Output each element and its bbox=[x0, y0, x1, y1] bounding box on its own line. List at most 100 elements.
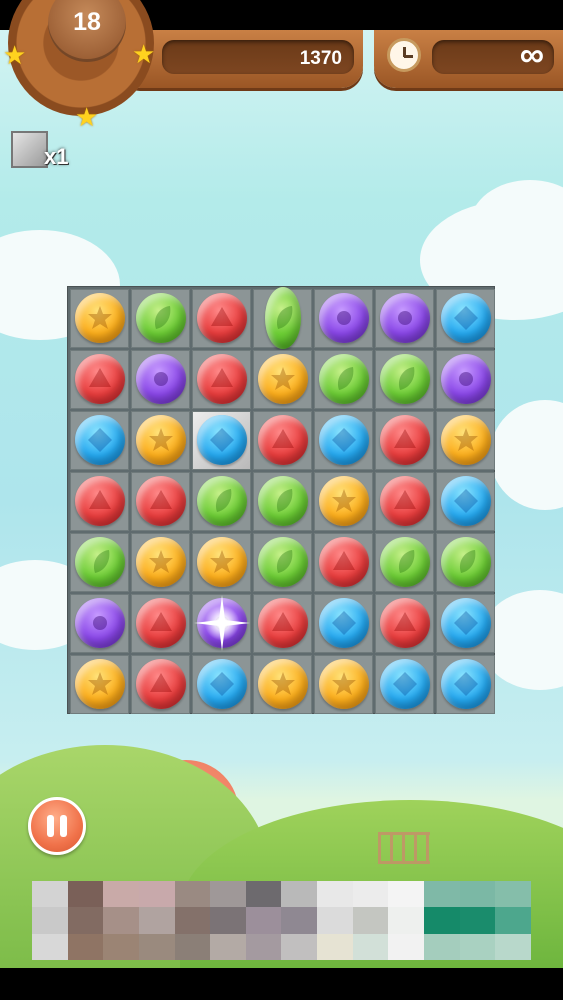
board-cell[interactable] bbox=[131, 655, 190, 714]
red-gem[interactable] bbox=[136, 598, 186, 648]
board-cell[interactable] bbox=[70, 594, 129, 653]
red-gem[interactable] bbox=[136, 659, 186, 709]
board-cell[interactable] bbox=[314, 289, 373, 348]
board-cell[interactable] bbox=[436, 533, 495, 592]
green-gem[interactable] bbox=[197, 476, 247, 526]
red-gem[interactable] bbox=[380, 415, 430, 465]
board-cell[interactable] bbox=[253, 411, 312, 470]
blue-gem[interactable] bbox=[441, 598, 491, 648]
board-cell[interactable] bbox=[253, 472, 312, 531]
board-cell[interactable] bbox=[131, 289, 190, 348]
board-cell[interactable] bbox=[253, 655, 312, 714]
green-gem[interactable] bbox=[265, 287, 301, 349]
board-cell[interactable] bbox=[436, 289, 495, 348]
green-gem[interactable] bbox=[75, 537, 125, 587]
board-cell[interactable] bbox=[375, 350, 434, 409]
board-cell[interactable] bbox=[192, 472, 251, 531]
board-cell[interactable] bbox=[191, 592, 253, 654]
board-cell[interactable] bbox=[70, 533, 129, 592]
yellow-gem[interactable] bbox=[75, 293, 125, 343]
purple-gem[interactable] bbox=[319, 293, 369, 343]
yellow-gem[interactable] bbox=[136, 537, 186, 587]
yellow-gem[interactable] bbox=[258, 659, 308, 709]
green-gem[interactable] bbox=[319, 354, 369, 404]
green-gem[interactable] bbox=[380, 354, 430, 404]
red-gem[interactable] bbox=[197, 293, 247, 343]
game-board[interactable] bbox=[67, 286, 495, 714]
board-cell[interactable] bbox=[253, 533, 312, 592]
green-gem[interactable] bbox=[441, 537, 491, 587]
board-cell[interactable] bbox=[70, 350, 129, 409]
green-gem[interactable] bbox=[136, 293, 186, 343]
yellow-gem[interactable] bbox=[319, 659, 369, 709]
board-cell[interactable] bbox=[436, 472, 495, 531]
purple-gem[interactable] bbox=[136, 354, 186, 404]
board-cell[interactable] bbox=[436, 594, 495, 653]
board-cell[interactable] bbox=[253, 594, 312, 653]
blue-gem[interactable] bbox=[441, 476, 491, 526]
board-cell[interactable] bbox=[70, 655, 129, 714]
board-cell[interactable] bbox=[375, 411, 434, 470]
yellow-gem[interactable] bbox=[441, 415, 491, 465]
green-gem[interactable] bbox=[380, 537, 430, 587]
red-gem[interactable] bbox=[75, 476, 125, 526]
red-gem[interactable] bbox=[258, 598, 308, 648]
board-cell[interactable] bbox=[314, 472, 373, 531]
board-cell[interactable] bbox=[375, 594, 434, 653]
board-cell[interactable] bbox=[131, 594, 190, 653]
red-gem[interactable] bbox=[136, 476, 186, 526]
board-cell[interactable] bbox=[131, 411, 190, 470]
board-cell[interactable] bbox=[375, 289, 434, 348]
board-cell[interactable] bbox=[131, 533, 190, 592]
board-cell[interactable] bbox=[436, 411, 495, 470]
board-cell[interactable] bbox=[314, 411, 373, 470]
purple-gem[interactable] bbox=[191, 592, 253, 654]
board-cell[interactable] bbox=[375, 472, 434, 531]
board-cell[interactable] bbox=[436, 350, 495, 409]
blue-gem[interactable] bbox=[197, 415, 247, 465]
board-cell[interactable] bbox=[192, 533, 251, 592]
red-gem[interactable] bbox=[197, 354, 247, 404]
board-cell[interactable] bbox=[314, 655, 373, 714]
board-cell[interactable] bbox=[192, 655, 251, 714]
board-cell[interactable] bbox=[192, 289, 251, 348]
blue-gem[interactable] bbox=[197, 659, 247, 709]
red-gem[interactable] bbox=[380, 476, 430, 526]
red-gem[interactable] bbox=[75, 354, 125, 404]
board-cell[interactable] bbox=[131, 350, 190, 409]
yellow-gem[interactable] bbox=[197, 537, 247, 587]
board-cell[interactable] bbox=[436, 655, 495, 714]
yellow-gem[interactable] bbox=[319, 476, 369, 526]
red-gem[interactable] bbox=[380, 598, 430, 648]
blue-gem[interactable] bbox=[441, 659, 491, 709]
board-cell[interactable] bbox=[192, 350, 251, 409]
green-gem[interactable] bbox=[258, 537, 308, 587]
blue-gem[interactable] bbox=[319, 598, 369, 648]
purple-gem[interactable] bbox=[75, 598, 125, 648]
red-gem[interactable] bbox=[319, 537, 369, 587]
board-cell[interactable] bbox=[375, 655, 434, 714]
blue-gem[interactable] bbox=[319, 415, 369, 465]
pause-button[interactable] bbox=[28, 797, 86, 855]
board-cell[interactable] bbox=[375, 533, 434, 592]
board-cell[interactable] bbox=[314, 594, 373, 653]
red-gem[interactable] bbox=[258, 415, 308, 465]
board-cell[interactable] bbox=[131, 472, 190, 531]
board-cell[interactable] bbox=[253, 287, 312, 349]
yellow-gem[interactable] bbox=[258, 354, 308, 404]
board-cell[interactable] bbox=[70, 472, 129, 531]
blue-gem[interactable] bbox=[441, 293, 491, 343]
ad-banner[interactable] bbox=[32, 881, 531, 960]
board-cell[interactable] bbox=[253, 350, 312, 409]
board-cell[interactable] bbox=[70, 411, 129, 470]
purple-gem[interactable] bbox=[441, 354, 491, 404]
blue-gem[interactable] bbox=[75, 415, 125, 465]
green-gem[interactable] bbox=[258, 476, 308, 526]
board-cell[interactable] bbox=[314, 350, 373, 409]
yellow-gem[interactable] bbox=[136, 415, 186, 465]
board-cell[interactable] bbox=[70, 289, 129, 348]
blue-gem[interactable] bbox=[380, 659, 430, 709]
purple-gem[interactable] bbox=[380, 293, 430, 343]
board-cell[interactable] bbox=[314, 533, 373, 592]
yellow-gem[interactable] bbox=[75, 659, 125, 709]
